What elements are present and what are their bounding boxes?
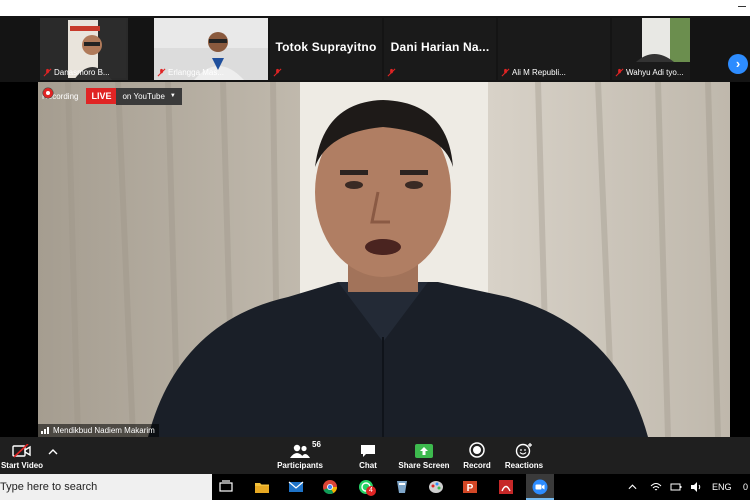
- muted-mic-icon: [273, 68, 282, 77]
- windows-taskbar: Type here to search 4 P ENG 0: [0, 474, 750, 500]
- language-indicator[interactable]: ENG: [712, 482, 732, 492]
- share-screen-icon: [415, 444, 433, 458]
- participant-tile[interactable]: Dani Harian Na...: [384, 18, 496, 80]
- battery-icon[interactable]: [670, 481, 682, 493]
- task-view-icon[interactable]: [218, 479, 234, 495]
- paint-app-icon[interactable]: [428, 479, 444, 495]
- wifi-icon[interactable]: [650, 481, 662, 493]
- participant-tile[interactable]: Wahyu Adi tyo...: [612, 18, 690, 80]
- share-screen-button[interactable]: Share Screen: [396, 437, 452, 474]
- participant-name: Danasmoro B...: [54, 68, 110, 77]
- taskbar-search-box[interactable]: Type here to search: [0, 474, 212, 500]
- chat-button[interactable]: Chat: [350, 437, 386, 474]
- search-placeholder: Type here to search: [0, 481, 98, 493]
- muted-mic-icon: [43, 68, 52, 77]
- participant-name: Erlangga Mas...: [168, 68, 225, 77]
- video-off-icon: [12, 444, 31, 458]
- reactions-label: Reactions: [504, 461, 544, 470]
- powerpoint-icon[interactable]: P: [462, 479, 478, 495]
- participant-name: Totok Suprayitno: [275, 40, 377, 54]
- zoom-meeting-window: Danasmoro B... Erlangga Mas... Totok Sup…: [0, 0, 750, 500]
- stream-target-dropdown[interactable]: on YouTube ▼: [116, 87, 182, 105]
- recording-icon: [43, 88, 53, 98]
- window-title-bar: [0, 0, 750, 16]
- chrome-icon[interactable]: [322, 479, 338, 495]
- file-explorer-icon[interactable]: [254, 479, 270, 495]
- notes-app-icon[interactable]: [394, 479, 410, 495]
- participants-icon: [290, 444, 310, 458]
- muted-mic-icon: [387, 68, 396, 77]
- minimize-icon[interactable]: [738, 6, 746, 7]
- participant-tile[interactable]: Danasmoro B...: [40, 18, 128, 80]
- mail-icon[interactable]: [288, 479, 304, 495]
- stream-target-label: on YouTube: [122, 91, 165, 101]
- share-screen-label: Share Screen: [398, 461, 450, 470]
- record-label: Record: [463, 461, 491, 470]
- meeting-status-row: Recording LIVE on YouTube ▼: [42, 87, 182, 105]
- chat-label: Chat: [359, 461, 377, 470]
- whatsapp-badge: 4: [366, 486, 376, 496]
- reactions-button[interactable]: Reactions: [503, 437, 545, 474]
- participant-tile[interactable]: Totok Suprayitno: [270, 18, 382, 80]
- participants-label: Participants: [277, 461, 323, 470]
- audio-level-icon: [41, 427, 50, 434]
- participant-gallery: Danasmoro B... Erlangga Mas... Totok Sup…: [0, 16, 750, 82]
- speaker-name: Mendikbud Nadiem Makarim: [53, 426, 155, 435]
- chevron-up-icon: [48, 449, 58, 455]
- active-speaker-video: Recording LIVE on YouTube ▼ Mendikbud Na…: [38, 82, 730, 437]
- muted-mic-icon: [501, 68, 510, 77]
- participants-count: 56: [312, 440, 321, 449]
- record-icon: [469, 442, 485, 458]
- clock-text[interactable]: 0: [743, 482, 748, 492]
- chevron-right-icon[interactable]: ›: [728, 54, 748, 74]
- start-video-button[interactable]: Start Video: [0, 437, 44, 474]
- volume-icon[interactable]: [690, 481, 702, 493]
- muted-mic-icon: [157, 68, 166, 77]
- muted-mic-icon: [615, 68, 624, 77]
- reactions-icon: [515, 443, 532, 458]
- participant-name: Dani Harian Na...: [390, 40, 490, 54]
- chevron-up-icon[interactable]: [628, 483, 637, 491]
- zoom-taskbar-item[interactable]: [526, 474, 554, 500]
- chat-icon: [361, 445, 375, 457]
- caret-down-icon: ▼: [169, 93, 176, 99]
- record-button[interactable]: Record: [460, 437, 494, 474]
- start-video-label: Start Video: [0, 461, 44, 470]
- speaker-name-tag: Mendikbud Nadiem Makarim: [38, 424, 159, 437]
- participant-tile[interactable]: Ali M Republi...: [498, 18, 610, 80]
- meeting-toolbar: Start Video Participants 56 Chat Share S…: [0, 437, 750, 474]
- system-tray: ENG 0: [620, 474, 750, 500]
- live-badge: LIVE: [86, 88, 117, 104]
- participant-tile[interactable]: Erlangga Mas...: [154, 18, 268, 80]
- participant-name: Wahyu Adi tyo...: [626, 68, 684, 77]
- participant-name: Ali M Republi...: [512, 68, 566, 77]
- zoom-app-icon: [532, 479, 548, 495]
- pdf-reader-icon[interactable]: [498, 479, 514, 495]
- svg-text:P: P: [467, 483, 474, 494]
- video-options-button[interactable]: [46, 437, 60, 474]
- speaker-video-frame: [38, 82, 730, 437]
